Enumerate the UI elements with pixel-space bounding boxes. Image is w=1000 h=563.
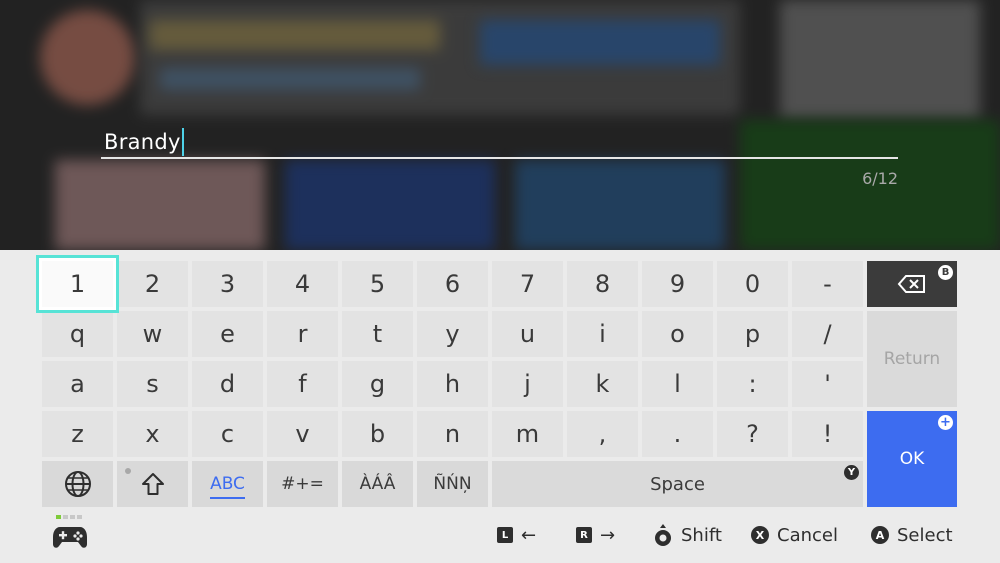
hint-shift: Shift bbox=[652, 523, 722, 547]
key-char[interactable]: , bbox=[567, 411, 638, 457]
key-char[interactable]: : bbox=[717, 361, 788, 407]
key-selected[interactable]: 1 bbox=[42, 261, 113, 307]
key-char[interactable]: 6 bbox=[417, 261, 488, 307]
cancel-hint-label: Cancel bbox=[777, 524, 838, 546]
key-char[interactable]: m bbox=[492, 411, 563, 457]
key-char[interactable]: j bbox=[492, 361, 563, 407]
controller-icon bbox=[52, 515, 92, 551]
key-char[interactable]: ' bbox=[792, 361, 863, 407]
text-caret bbox=[181, 128, 184, 156]
key-char[interactable]: t bbox=[342, 311, 413, 357]
key-char[interactable]: u bbox=[492, 311, 563, 357]
input-value: Brandy bbox=[104, 130, 181, 154]
shift-key[interactable] bbox=[117, 461, 188, 507]
stick-press-icon bbox=[655, 524, 671, 546]
key-char[interactable]: ? bbox=[717, 411, 788, 457]
abc-mode-label: ABC bbox=[210, 474, 245, 494]
key-char[interactable]: a bbox=[42, 361, 113, 407]
key-char[interactable]: x bbox=[117, 411, 188, 457]
character-counter: 6/12 bbox=[862, 169, 898, 188]
accent-mode-key-1[interactable]: ÀÁÂ bbox=[342, 461, 413, 507]
key-char[interactable]: b bbox=[342, 411, 413, 457]
hint-select: A Select bbox=[871, 523, 953, 547]
key-char[interactable]: . bbox=[642, 411, 713, 457]
key-char[interactable]: y bbox=[417, 311, 488, 357]
active-mode-underline bbox=[210, 497, 245, 499]
key-char[interactable]: d bbox=[192, 361, 263, 407]
key-char[interactable]: h bbox=[417, 361, 488, 407]
key-char[interactable]: z bbox=[42, 411, 113, 457]
abc-mode-key[interactable]: ABC bbox=[192, 461, 263, 507]
key-char[interactable]: q bbox=[42, 311, 113, 357]
left-arrow-icon: ← bbox=[521, 524, 537, 546]
a-button-icon: A bbox=[871, 526, 889, 544]
key-char[interactable]: p bbox=[717, 311, 788, 357]
right-arrow-icon: → bbox=[600, 524, 616, 546]
key-char[interactable]: / bbox=[792, 311, 863, 357]
key-char[interactable]: k bbox=[567, 361, 638, 407]
ok-label: OK bbox=[899, 449, 925, 469]
plus-button-badge: + bbox=[938, 415, 953, 430]
background-dim-overlay bbox=[0, 0, 1000, 250]
key-char[interactable]: 2 bbox=[117, 261, 188, 307]
backspace-key[interactable]: B bbox=[867, 261, 957, 307]
shift-hint-label: Shift bbox=[681, 524, 722, 546]
key-char[interactable]: 5 bbox=[342, 261, 413, 307]
shift-arrow-icon bbox=[141, 473, 164, 495]
space-label: Space bbox=[650, 473, 705, 495]
key-char[interactable]: l bbox=[642, 361, 713, 407]
key-char[interactable]: r bbox=[267, 311, 338, 357]
key-char[interactable]: e bbox=[192, 311, 263, 357]
key-char[interactable]: ! bbox=[792, 411, 863, 457]
r-button-icon: R bbox=[576, 527, 592, 543]
key-char[interactable]: 0 bbox=[717, 261, 788, 307]
symbols-mode-key[interactable]: #+= bbox=[267, 461, 338, 507]
hint-l-left: L ← bbox=[497, 523, 536, 547]
y-button-badge: Y bbox=[844, 465, 859, 480]
key-char[interactable]: g bbox=[342, 361, 413, 407]
x-button-icon: X bbox=[751, 526, 769, 544]
key-char[interactable]: - bbox=[792, 261, 863, 307]
ok-key[interactable]: OK + bbox=[867, 411, 957, 507]
globe-icon bbox=[64, 471, 91, 497]
key-char[interactable]: 7 bbox=[492, 261, 563, 307]
accent-mode-key-2[interactable]: ÑŃŅ bbox=[417, 461, 488, 507]
key-char[interactable]: f bbox=[267, 361, 338, 407]
b-button-badge: B bbox=[938, 265, 953, 280]
return-key[interactable]: Return bbox=[867, 311, 957, 407]
hint-cancel: X Cancel bbox=[751, 523, 838, 547]
language-key[interactable] bbox=[42, 461, 113, 507]
key-char[interactable]: w bbox=[117, 311, 188, 357]
button-hint-bar: L ← R → Shift X Cancel A Select bbox=[0, 509, 1000, 563]
select-hint-label: Select bbox=[897, 524, 953, 546]
key-char[interactable]: c bbox=[192, 411, 263, 457]
shift-indicator-dot bbox=[125, 468, 131, 474]
key-char[interactable]: 4 bbox=[267, 261, 338, 307]
key-char[interactable]: o bbox=[642, 311, 713, 357]
key-char[interactable]: v bbox=[267, 411, 338, 457]
hint-r-right: R → bbox=[576, 523, 615, 547]
key-char[interactable]: 3 bbox=[192, 261, 263, 307]
l-button-icon: L bbox=[497, 527, 513, 543]
key-char[interactable]: 8 bbox=[567, 261, 638, 307]
key-char[interactable]: s bbox=[117, 361, 188, 407]
input-underline bbox=[101, 157, 898, 159]
backspace-icon bbox=[897, 275, 925, 293]
key-char[interactable]: i bbox=[567, 311, 638, 357]
key-char[interactable]: 9 bbox=[642, 261, 713, 307]
space-key[interactable]: Space Y bbox=[492, 461, 863, 507]
name-text-field[interactable]: Brandy bbox=[104, 128, 184, 156]
key-char[interactable]: n bbox=[417, 411, 488, 457]
